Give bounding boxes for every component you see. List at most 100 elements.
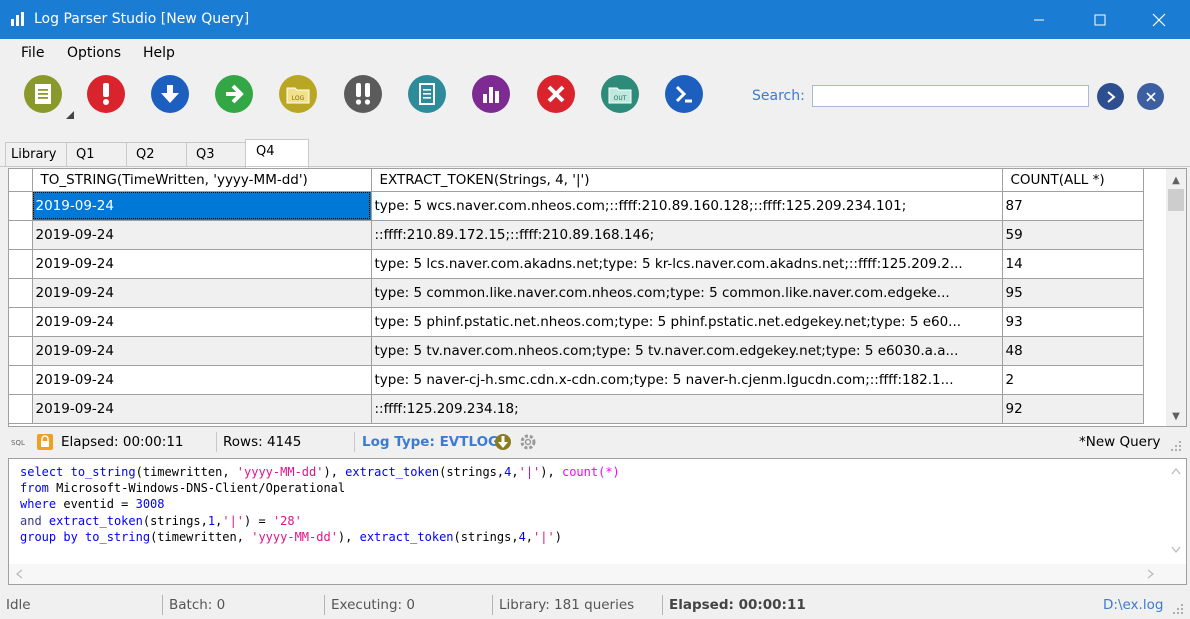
editor-vertical-scrollbar[interactable] (1166, 459, 1186, 563)
table-cell[interactable]: 93 (1002, 307, 1144, 337)
table-cell[interactable]: 92 (1002, 394, 1144, 424)
cancel-icon (547, 85, 565, 103)
query-line: where eventid = 3008 (20, 497, 165, 512)
table-cell[interactable]: 48 (1002, 336, 1144, 366)
alert-icon (103, 83, 109, 105)
query-text[interactable]: select to_string(timewritten, 'yyyy-MM-d… (20, 464, 620, 545)
new-query-button[interactable] (24, 75, 62, 113)
table-cell[interactable]: type: 5 lcs.naver.com.akadns.net;type: 5… (371, 249, 1003, 279)
table-row[interactable]: 2019-09-24 type: 5 lcs.naver.com.akadns.… (9, 249, 1144, 279)
table-cell[interactable]: 14 (1002, 249, 1144, 279)
tab-library[interactable]: Library (5, 142, 67, 167)
table-cell[interactable]: type: 5 tv.naver.com.nheos.com;type: 5 t… (371, 336, 1003, 366)
chart-button[interactable] (472, 75, 510, 113)
search-input[interactable] (812, 85, 1089, 107)
table-cell[interactable]: ::ffff:210.89.172.15;::ffff:210.89.168.1… (371, 220, 1003, 250)
row-header[interactable] (9, 191, 33, 221)
table-row[interactable]: 2019-09-24 type: 5 naver-cj-h.smc.cdn.x-… (9, 365, 1144, 395)
download-icon (161, 85, 179, 103)
tab-label: Library (11, 147, 57, 162)
search-go-button[interactable] (1097, 83, 1124, 110)
tab-label: Q3 (196, 147, 215, 162)
close-button[interactable] (1136, 0, 1182, 39)
table-cell[interactable]: 2019-09-24 (32, 394, 372, 424)
chart-icon (483, 87, 499, 103)
table-cell[interactable]: 2019-09-24 (32, 191, 372, 221)
scroll-down-icon[interactable] (1171, 546, 1181, 554)
table-row[interactable]: 2019-09-24 type: 5 wcs.naver.com.nheos.c… (9, 191, 1144, 221)
table-cell[interactable]: type: 5 phinf.pstatic.net.nheos.com;type… (371, 307, 1003, 337)
toolbar: LOG OUT Search: (0, 67, 1190, 127)
tab-q2[interactable]: Q2 (126, 142, 187, 167)
open-log-button[interactable]: LOG (279, 75, 317, 113)
table-cell[interactable]: 95 (1002, 278, 1144, 308)
minimize-icon (1034, 19, 1044, 20)
gear-icon[interactable] (519, 433, 537, 451)
scroll-right-icon[interactable] (1147, 569, 1155, 579)
table-cell[interactable]: 2019-09-24 (32, 336, 372, 366)
table-cell[interactable]: 87 (1002, 191, 1144, 221)
table-cell[interactable]: 2 (1002, 365, 1144, 395)
row-header[interactable] (9, 220, 33, 250)
log-file-link[interactable]: D:\ex.log (1103, 597, 1163, 613)
menu-help[interactable]: Help (143, 45, 175, 61)
column-header[interactable]: COUNT(ALL *) (1002, 169, 1144, 192)
powershell-button[interactable] (665, 75, 703, 113)
menu-file[interactable]: File (21, 45, 44, 61)
menu-options[interactable]: Options (67, 45, 121, 61)
run-batch-button[interactable] (344, 75, 382, 113)
resize-grip-icon (1171, 441, 1181, 451)
table-row[interactable]: 2019-09-24 type: 5 phinf.pstatic.net.nhe… (9, 307, 1144, 337)
table-cell[interactable]: 2019-09-24 (32, 278, 372, 308)
table-cell[interactable]: 2019-09-24 (32, 307, 372, 337)
row-header[interactable] (9, 278, 33, 308)
results-grid[interactable]: TO_STRING(TimeWritten, 'yyyy-MM-dd') EXT… (8, 168, 1187, 427)
dropdown-arrow-icon[interactable] (66, 111, 74, 119)
document-button[interactable] (408, 75, 446, 113)
table-row[interactable]: 2019-09-24 type: 5 common.like.naver.com… (9, 278, 1144, 308)
log-type-label[interactable]: Log Type: EVTLOG (362, 434, 499, 450)
table-cell[interactable]: 2019-09-24 (32, 220, 372, 250)
scroll-thumb[interactable] (1168, 189, 1184, 211)
next-button[interactable] (215, 75, 253, 113)
row-header[interactable] (9, 365, 33, 395)
table-row[interactable]: 2019-09-24 ::ffff:125.209.234.18; 92 (9, 394, 1144, 424)
table-cell[interactable]: type: 5 wcs.naver.com.nheos.com;::ffff:2… (371, 191, 1003, 221)
table-row[interactable]: 2019-09-24 ::ffff:210.89.172.15;::ffff:2… (9, 220, 1144, 250)
editor-horizontal-scrollbar[interactable] (9, 564, 1186, 584)
table-cell[interactable]: type: 5 common.like.naver.com.nheos.com;… (371, 278, 1003, 308)
column-header[interactable]: EXTRACT_TOKEN(Strings, 4, '|') (371, 169, 1003, 192)
row-header[interactable] (9, 307, 33, 337)
table-cell[interactable]: ::ffff:125.209.234.18; (371, 394, 1003, 424)
maximize-button[interactable] (1077, 0, 1123, 39)
query-editor[interactable]: select to_string(timewritten, 'yyyy-MM-d… (8, 458, 1187, 585)
tab-q1[interactable]: Q1 (66, 142, 127, 167)
export-button[interactable]: OUT (601, 75, 639, 113)
row-header[interactable] (9, 249, 33, 279)
grid-vertical-scrollbar[interactable]: ▲ ▼ (1166, 169, 1186, 426)
table-cell[interactable]: 2019-09-24 (32, 365, 372, 395)
table-cell[interactable]: type: 5 naver-cj-h.smc.cdn.x-cdn.com;typ… (371, 365, 1003, 395)
table-row[interactable]: 2019-09-24 type: 5 tv.naver.com.nheos.co… (9, 336, 1144, 366)
row-header[interactable] (9, 336, 33, 366)
cancel-button[interactable] (537, 75, 575, 113)
scroll-left-icon[interactable] (15, 569, 23, 579)
run-query-button[interactable] (87, 75, 125, 113)
search-clear-button[interactable] (1137, 83, 1164, 110)
row-header[interactable] (9, 394, 33, 424)
table-cell[interactable]: 59 (1002, 220, 1144, 250)
scroll-up-icon[interactable]: ▲ (1166, 171, 1186, 189)
download-button[interactable] (151, 75, 189, 113)
scroll-down-icon[interactable]: ▼ (1166, 407, 1186, 425)
table-cell[interactable]: 2019-09-24 (32, 249, 372, 279)
corner-cell[interactable] (9, 169, 33, 192)
tab-label: Q4 (256, 144, 275, 159)
minimize-button[interactable] (1016, 0, 1062, 39)
tab-q4[interactable]: Q4 (245, 139, 309, 168)
tab-q3[interactable]: Q3 (186, 142, 246, 167)
separator (354, 432, 355, 452)
column-header[interactable]: TO_STRING(TimeWritten, 'yyyy-MM-dd') (32, 169, 372, 192)
tab-label: Q1 (76, 147, 95, 162)
log-type-dropdown-icon[interactable] (494, 433, 512, 451)
scroll-up-icon[interactable] (1171, 467, 1181, 475)
